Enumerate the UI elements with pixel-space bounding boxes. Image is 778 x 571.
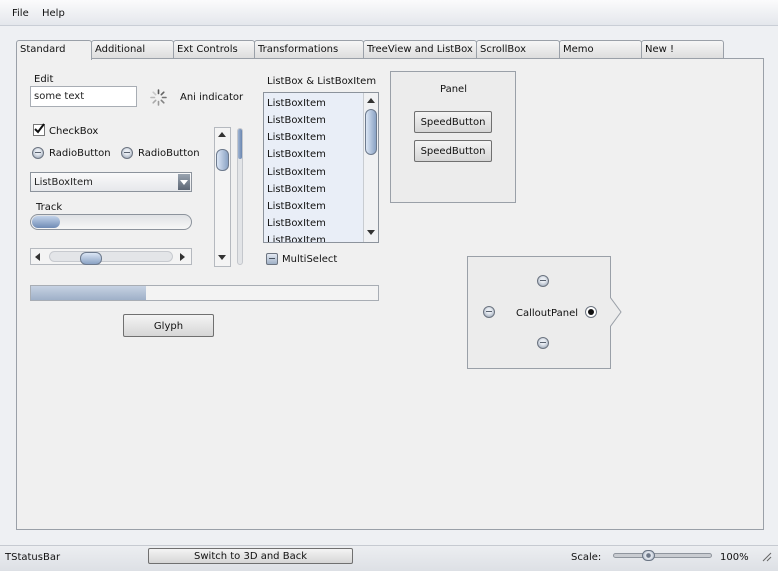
callout-radio-bottom[interactable] — [537, 337, 549, 349]
list-item[interactable]: ListBoxItem — [267, 115, 326, 126]
list-item[interactable]: ListBoxItem — [267, 167, 326, 178]
checkbox[interactable] — [33, 123, 45, 136]
list-item[interactable]: ListBoxItem — [267, 184, 326, 195]
horizontal-scrollbar[interactable] — [30, 248, 192, 265]
vertical-small-scrollbar-thumb[interactable] — [238, 129, 242, 159]
tab-new[interactable]: New ! — [641, 40, 724, 59]
multiselect-label: MultiSelect — [282, 254, 338, 265]
tab-memo[interactable]: Memo — [559, 40, 642, 59]
speed-button-2[interactable]: SpeedButton — [414, 140, 492, 162]
radio-button-2[interactable] — [121, 147, 133, 159]
callout-panel-label: CalloutPanel — [516, 308, 579, 319]
listbox-scrollbar-thumb[interactable] — [365, 109, 377, 155]
status-bar — [0, 545, 778, 571]
checkbox-label: CheckBox — [49, 126, 99, 137]
listbox[interactable]: ListBoxItem ListBoxItem ListBoxItem List… — [263, 92, 379, 243]
callout-radio-top[interactable] — [537, 275, 549, 287]
radio-button-1-label: RadioButton — [49, 148, 111, 159]
vertical-scrollbar[interactable] — [214, 127, 231, 267]
listbox-scrollbar[interactable] — [363, 93, 378, 242]
tab-scrollbox[interactable]: ScrollBox — [476, 40, 560, 59]
arrow-down-icon[interactable] — [218, 255, 226, 260]
callout-radio-right[interactable] — [585, 306, 597, 318]
chevron-down-icon[interactable] — [178, 174, 190, 190]
scale-value: 100% — [720, 552, 749, 563]
arrow-up-icon[interactable] — [218, 132, 226, 137]
tab-treeview-listbox[interactable]: TreeView and ListBox — [363, 40, 477, 59]
menu-file[interactable]: File — [12, 8, 29, 19]
arrow-down-icon[interactable] — [367, 230, 375, 235]
radio-button-1[interactable] — [32, 147, 44, 159]
track-fill — [32, 216, 60, 228]
scale-slider-thumb[interactable] — [642, 550, 655, 561]
list-item[interactable]: ListBoxItem — [267, 132, 326, 143]
callout-pointer-icon — [610, 297, 622, 327]
progress-bar — [30, 285, 379, 301]
scale-slider[interactable] — [613, 553, 712, 558]
checkmark-icon — [34, 123, 45, 134]
listbox-label: ListBox & ListBoxItem — [267, 76, 377, 87]
status-bar-label: TStatusBar — [5, 552, 61, 563]
vertical-scrollbar-thumb[interactable] — [216, 149, 229, 171]
list-item[interactable]: ListBoxItem — [267, 149, 326, 160]
track-bar[interactable] — [30, 214, 192, 230]
progress-fill — [31, 286, 146, 300]
track-label: Track — [36, 202, 63, 213]
menu-help[interactable]: Help — [42, 8, 65, 19]
arrow-up-icon[interactable] — [367, 98, 375, 103]
scale-label: Scale: — [571, 552, 602, 563]
menu-bar: File Help — [0, 0, 778, 26]
speed-button-1[interactable]: SpeedButton — [414, 111, 492, 133]
resize-grip-icon[interactable] — [762, 552, 772, 562]
tab-transformations[interactable]: Transformations — [254, 40, 364, 59]
list-item[interactable]: ListBoxItem — [267, 218, 326, 229]
ani-indicator-label: Ani indicator — [180, 92, 244, 103]
arrow-right-icon[interactable] — [180, 253, 185, 261]
multiselect-checkbox[interactable] — [266, 253, 278, 265]
list-item[interactable]: ListBoxItem — [267, 201, 326, 212]
radio-button-2-label: RadioButton — [138, 148, 200, 159]
edit-input[interactable]: some text — [30, 86, 137, 107]
panel: Panel SpeedButton SpeedButton — [390, 71, 516, 203]
edit-label: Edit — [34, 74, 54, 85]
vertical-small-scrollbar[interactable] — [237, 128, 243, 265]
combobox[interactable]: ListBoxItem — [30, 172, 192, 192]
spinner-icon — [150, 89, 167, 106]
tab-standard[interactable]: Standard — [16, 40, 92, 60]
combobox-value: ListBoxItem — [34, 177, 93, 188]
list-item[interactable]: ListBoxItem — [267, 98, 326, 109]
horizontal-scrollbar-track[interactable] — [49, 251, 173, 265]
list-item[interactable]: ListBoxItem — [267, 235, 326, 242]
tab-additional[interactable]: Additional — [91, 40, 174, 59]
switch-3d-button[interactable]: Switch to 3D and Back — [148, 548, 353, 564]
panel-label: Panel — [440, 84, 467, 95]
tab-ext-controls[interactable]: Ext Controls — [173, 40, 255, 59]
glyph-button[interactable]: Glyph — [123, 314, 214, 337]
callout-panel: CalloutPanel — [467, 256, 611, 369]
callout-radio-left[interactable] — [483, 306, 495, 318]
horizontal-scrollbar-thumb[interactable] — [80, 252, 102, 265]
arrow-left-icon[interactable] — [35, 253, 40, 261]
